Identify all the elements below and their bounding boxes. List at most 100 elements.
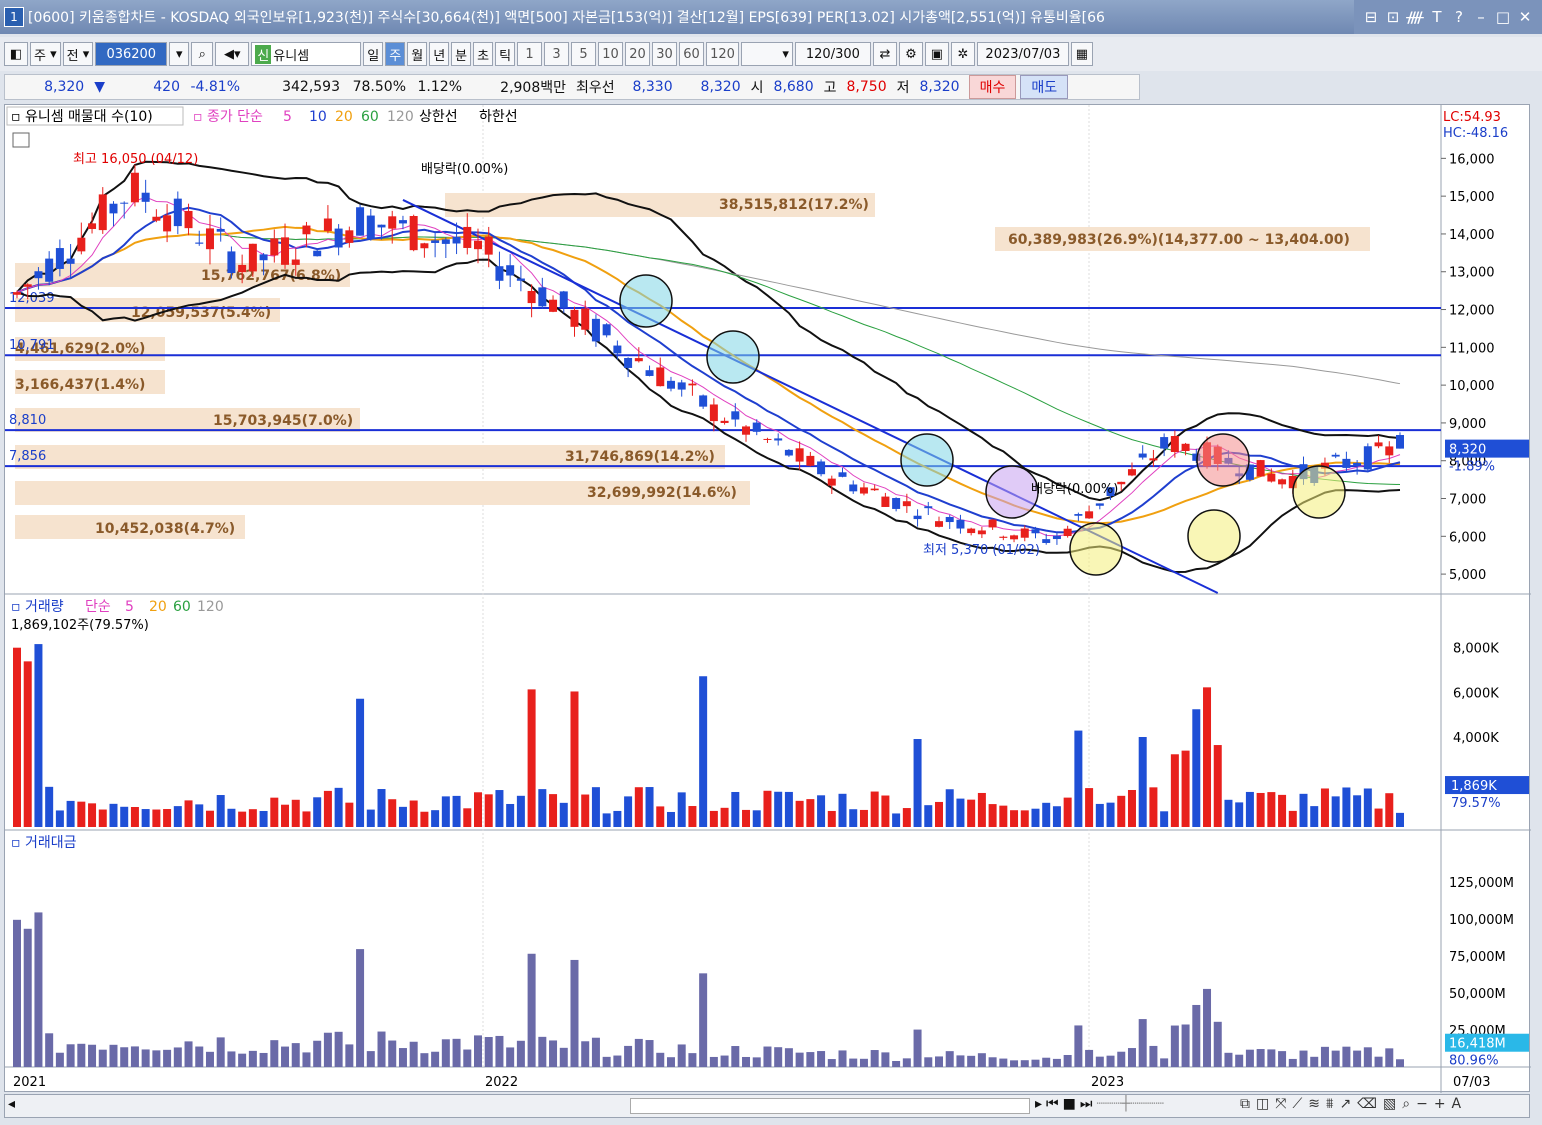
layout-tool-icon[interactable]: ⧉ — [1240, 1096, 1250, 1112]
interval-1[interactable]: 1 — [517, 42, 543, 66]
eraser-tool-icon[interactable]: ⌫ — [1357, 1096, 1377, 1112]
amount-bar — [474, 1035, 482, 1067]
amount-value: 2,908백만 — [500, 80, 566, 96]
scroll-left-icon[interactable]: ◂ — [8, 1096, 15, 1112]
period-day[interactable]: 일 — [363, 42, 384, 66]
interval-3[interactable]: 3 — [544, 42, 570, 66]
layout-icon[interactable]: ⊟ — [1360, 8, 1382, 26]
interval-120[interactable]: 120 — [706, 42, 739, 66]
sell-button[interactable]: 매도 — [1020, 75, 1069, 99]
rewind-icon[interactable]: ⏮ — [1046, 1096, 1059, 1112]
restore-layout-icon[interactable]: ⊡ — [1382, 8, 1404, 26]
price-panel-title: ▫ 유니셈 매물대 수(10) — [11, 109, 153, 125]
scroll-thumb[interactable] — [630, 1098, 1030, 1114]
text-icon[interactable]: T — [1426, 8, 1448, 26]
date-field[interactable]: 2023/07/03 — [976, 42, 1069, 66]
window-tool-icon[interactable]: ◫ — [1256, 1096, 1269, 1112]
amount-bar — [388, 1040, 397, 1067]
stock-name-field[interactable]: 신 유니셈 — [251, 42, 362, 66]
stop-icon[interactable]: ■ — [1063, 1096, 1076, 1112]
save-icon[interactable]: ▣ — [924, 42, 949, 66]
speaker-icon[interactable]: ◀▾ — [215, 42, 250, 66]
volume-bar — [752, 810, 761, 827]
pin-icon[interactable]: ᚎ — [1404, 8, 1426, 26]
period-week[interactable]: 주 — [385, 42, 406, 66]
arrow-tool-icon[interactable]: ↗ — [1339, 1096, 1351, 1112]
interval-10[interactable]: 10 — [598, 42, 624, 66]
amount-bar — [334, 1031, 343, 1067]
zoom-out-icon[interactable]: − — [1416, 1096, 1428, 1112]
period-month[interactable]: 월 — [407, 42, 428, 66]
candle-body — [388, 216, 397, 229]
interval-5[interactable]: 5 — [571, 42, 597, 66]
volume-bar — [688, 806, 697, 827]
period-tick[interactable]: 틱 — [495, 42, 516, 66]
amount-bar — [1181, 1024, 1190, 1067]
zoom-in-icon[interactable]: + — [1434, 1096, 1446, 1112]
count-field[interactable]: 120/300 — [794, 42, 871, 66]
speed-slider[interactable]: ┈┈┈┼┈┈┈┈ — [1096, 1096, 1163, 1112]
volume-bar — [1052, 806, 1061, 827]
volume-bar — [709, 810, 718, 827]
compare-icon[interactable]: ⇄ — [872, 42, 897, 66]
calendar-icon[interactable]: ▦ — [1070, 42, 1093, 66]
candle-body — [1010, 535, 1019, 540]
chart-scrollbar[interactable]: ◂ ▸ ⏮ ■ ⏭ ┈┈┈┼┈┈┈┈ ⧉ ◫ ⤧ ⟋ ≋ ⩩ ↗ ⌫ ▧ ⌕ −… — [4, 1094, 1530, 1118]
stock-chart[interactable]: 2021 2022 2023 07/03 16,000 15,000 14,000 13,00… — [5, 105, 1531, 1093]
volume-bar — [1095, 803, 1104, 827]
help-icon[interactable]: ? — [1448, 8, 1470, 26]
interval-dropdown[interactable]: ▾ — [740, 42, 793, 66]
volume-bar — [1342, 787, 1351, 827]
amount-bar — [581, 1041, 590, 1067]
tool-icon[interactable]: ⚙ — [898, 42, 923, 66]
period-year[interactable]: 년 — [429, 42, 450, 66]
candle-body — [784, 449, 793, 456]
maximize-button[interactable]: □ — [1492, 8, 1514, 26]
amount-bar — [999, 1058, 1008, 1067]
period-minute[interactable]: 분 — [451, 42, 472, 66]
highlight-circle — [619, 274, 673, 328]
amount-bar — [23, 928, 32, 1067]
volume-bar — [216, 795, 225, 827]
chart-tool-icon[interactable]: ⩩ — [1326, 1096, 1333, 1112]
stock-code-input[interactable]: 036200 — [95, 42, 168, 66]
forward-icon[interactable]: ⏭ — [1080, 1096, 1093, 1112]
candle-body — [902, 501, 911, 507]
trend-tool-icon[interactable]: ⟋ — [1292, 1096, 1302, 1112]
play-right-icon[interactable]: ▸ — [1035, 1096, 1042, 1112]
high-price: 8,750 — [846, 79, 887, 95]
volume-profile-label: 15,703,945(7.0%) — [213, 413, 353, 429]
candle-body — [742, 426, 751, 435]
volume-bar — [302, 811, 311, 827]
image-tool-icon[interactable]: ▧ — [1383, 1096, 1396, 1112]
fib-tool-icon[interactable]: ≋ — [1308, 1096, 1320, 1112]
close-button[interactable]: ✕ — [1514, 8, 1536, 26]
interval-30[interactable]: 30 — [652, 42, 678, 66]
amount-bar — [570, 959, 579, 1067]
prev-button[interactable]: 전 ▾ — [62, 42, 94, 66]
interval-60[interactable]: 60 — [679, 42, 705, 66]
turnover: 1.12% — [417, 79, 462, 95]
code-dropdown-icon[interactable]: ▾ — [169, 42, 190, 66]
search-icon[interactable]: ⌕ — [191, 42, 214, 66]
drag-tool-icon[interactable]: ⤧ — [1275, 1096, 1286, 1112]
candle-body — [270, 238, 279, 256]
chart-area[interactable]: 2021 2022 2023 07/03 16,000 15,000 14,000 13,00… — [4, 104, 1531, 1093]
amount-bar — [924, 1057, 933, 1067]
minimize-button[interactable]: – — [1470, 8, 1492, 26]
volume-bar — [538, 789, 547, 827]
buy-button[interactable]: 매수 — [968, 75, 1017, 99]
candle-body — [66, 258, 75, 264]
candle-body — [870, 488, 879, 491]
chart-menu-icon[interactable]: ◧ — [4, 42, 28, 66]
zoom-icon[interactable]: ⌕ — [1402, 1096, 1410, 1112]
candle-body — [452, 236, 461, 244]
playback-controls: ▸ ⏮ ■ ⏭ ┈┈┈┼┈┈┈┈ — [1035, 1096, 1164, 1112]
period-type-select[interactable]: 주 ▾ — [30, 42, 61, 66]
amount-bar — [892, 1061, 901, 1067]
interval-20[interactable]: 20 — [625, 42, 651, 66]
candle-body — [77, 237, 86, 252]
font-size-icon[interactable]: A — [1452, 1096, 1462, 1112]
period-second[interactable]: 초 — [473, 42, 494, 66]
settings-icon[interactable]: ✲ — [950, 42, 975, 66]
